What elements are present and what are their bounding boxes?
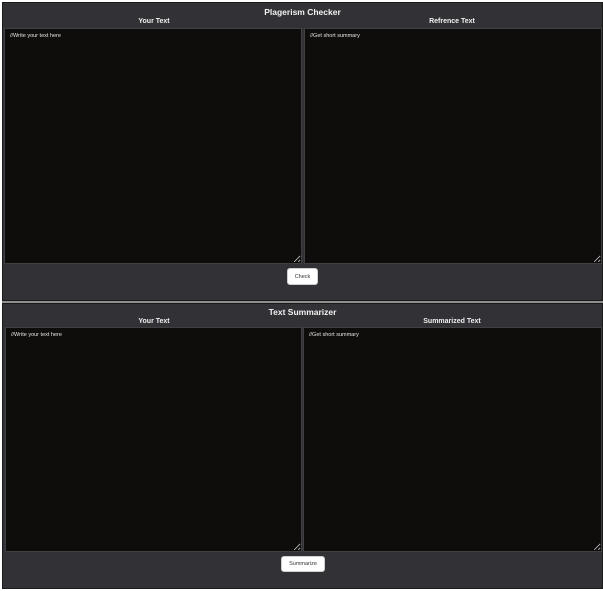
your-text-label: Your Text <box>138 18 170 25</box>
your-text-input[interactable] <box>4 28 302 264</box>
summarizer-your-text-label: Your Text <box>138 318 170 325</box>
text-summarizer-panel: Text Summarizer Your Text Summarized Tex… <box>2 303 603 589</box>
plagiarism-checker-panel: Plagerism Checker Your Text Refrence Tex… <box>2 2 603 301</box>
check-button[interactable]: Check <box>287 268 318 285</box>
text-summarizer-title: Text Summarizer <box>268 307 337 317</box>
summarized-output[interactable] <box>303 327 602 552</box>
summarize-button[interactable]: Summarize <box>281 556 325 572</box>
reference-text-label: Refrence Text <box>429 18 475 25</box>
summarizer-input[interactable] <box>5 327 302 552</box>
summarized-text-label: Summarized Text <box>423 318 481 325</box>
reference-text-input[interactable] <box>304 28 602 264</box>
plagiarism-checker-title: Plagerism Checker <box>264 7 341 17</box>
